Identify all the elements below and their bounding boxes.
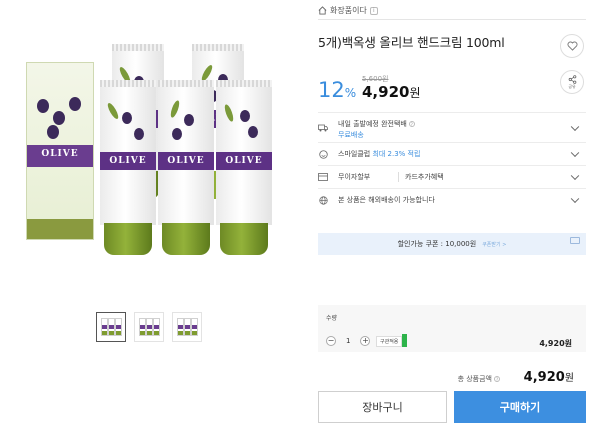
card-icon bbox=[318, 172, 328, 182]
help-icon[interactable]: ? bbox=[408, 121, 415, 127]
overseas-shipping-text: 본 상품은 해외배송이 가능합니다 bbox=[338, 196, 435, 204]
add-to-cart-button[interactable]: 장바구니 bbox=[318, 391, 447, 423]
quantity-label: 수량 bbox=[326, 315, 338, 322]
delivery-row[interactable]: 내일 출발예정 완전택배? 무료배송 bbox=[318, 112, 586, 142]
total-summary: 총 상품금액? 4,920원 bbox=[318, 370, 586, 385]
quantity-box: 수량 − 1 + 구관적용 4,920원 bbox=[318, 305, 586, 352]
home-icon bbox=[318, 6, 327, 15]
total-label: 총 상품금액 bbox=[457, 375, 492, 383]
card-benefit: 카드추가혜택 bbox=[398, 172, 444, 182]
thumbnail-1[interactable] bbox=[96, 312, 126, 342]
store-link[interactable]: 화장품이다 i bbox=[318, 2, 586, 20]
product-info-panel: 화장품이다 i 5개)백옥생 올리브 핸드크림 100ml 공유 12% 5,6… bbox=[318, 0, 586, 437]
stock-indicator bbox=[402, 334, 407, 347]
main-product-image: OLIVE OLIVE OLIVE OLIVE OL bbox=[22, 40, 282, 272]
store-info-icon[interactable]: i bbox=[369, 6, 378, 15]
download-icon[interactable] bbox=[570, 237, 580, 244]
minus-button[interactable]: − bbox=[326, 336, 336, 346]
chevron-down-icon[interactable] bbox=[570, 171, 580, 181]
coupon-text: 할인가능 쿠폰 : 10,000원 bbox=[397, 240, 477, 248]
plus-button[interactable]: + bbox=[360, 336, 371, 346]
total-amount: 4,920원 bbox=[523, 370, 574, 385]
thumbnail-3[interactable] bbox=[172, 312, 202, 342]
overseas-row[interactable]: 본 상품은 해외배송이 가능합니다 bbox=[318, 188, 586, 211]
help-icon[interactable]: ? bbox=[494, 376, 500, 382]
globe-icon bbox=[318, 195, 328, 205]
box-brand-text: OLIVE bbox=[41, 149, 79, 159]
share-icon bbox=[568, 75, 576, 84]
thumbnail-strip bbox=[96, 312, 202, 342]
product-gallery: OLIVE OLIVE OLIVE OLIVE OL bbox=[0, 0, 300, 437]
chevron-down-icon[interactable] bbox=[570, 148, 580, 158]
chevron-down-icon[interactable] bbox=[570, 194, 580, 204]
delivery-info: 내일 출발예정 완전택배 bbox=[338, 120, 407, 128]
share-button[interactable]: 공유 bbox=[560, 70, 584, 94]
buy-now-button[interactable]: 구매하기 bbox=[454, 391, 586, 423]
heart-icon bbox=[567, 41, 577, 51]
tube-image: OLIVE bbox=[158, 80, 214, 255]
product-box-image: OLIVE bbox=[26, 62, 94, 240]
quantity-value[interactable]: 1 bbox=[346, 337, 350, 345]
coupon-banner[interactable]: 할인가능 쿠폰 : 10,000원 쿠폰받기 > bbox=[318, 233, 586, 255]
tube-image: OLIVE bbox=[100, 80, 156, 255]
discount-rate: 12% bbox=[318, 78, 357, 102]
tube-image: OLIVE bbox=[216, 80, 272, 255]
option-tag: 구관적용 bbox=[376, 336, 403, 347]
coupon-more-link[interactable]: 쿠폰받기 > bbox=[482, 241, 506, 248]
benefit-list: 내일 출발예정 완전택배? 무료배송 스마일클럽 최대 2.3% 적립 무이자할… bbox=[318, 112, 586, 211]
product-title: 5개)백옥생 올리브 핸드크림 100ml bbox=[318, 35, 505, 50]
thumbnail-2[interactable] bbox=[134, 312, 164, 342]
smile-icon bbox=[318, 149, 328, 159]
membership-row[interactable]: 스마일클럽 최대 2.3% 적립 bbox=[318, 142, 586, 165]
truck-icon bbox=[318, 123, 328, 133]
favorite-button[interactable] bbox=[560, 34, 584, 58]
membership-rate: 최대 2.3% 적립 bbox=[372, 150, 421, 158]
payment-row[interactable]: 무이자할부 카드추가혜택 bbox=[318, 165, 586, 188]
chevron-down-icon[interactable] bbox=[570, 122, 580, 131]
store-name[interactable]: 화장품이다 bbox=[330, 5, 367, 16]
free-shipping: 무료배송 bbox=[338, 131, 364, 139]
quantity-stepper[interactable]: − 1 + bbox=[326, 336, 371, 346]
membership-label: 스마일클럽 bbox=[338, 150, 371, 158]
line-price: 4,920원 bbox=[539, 339, 572, 348]
installment-label: 무이자할부 bbox=[338, 173, 371, 181]
sale-price: 4,920원 bbox=[362, 83, 421, 101]
